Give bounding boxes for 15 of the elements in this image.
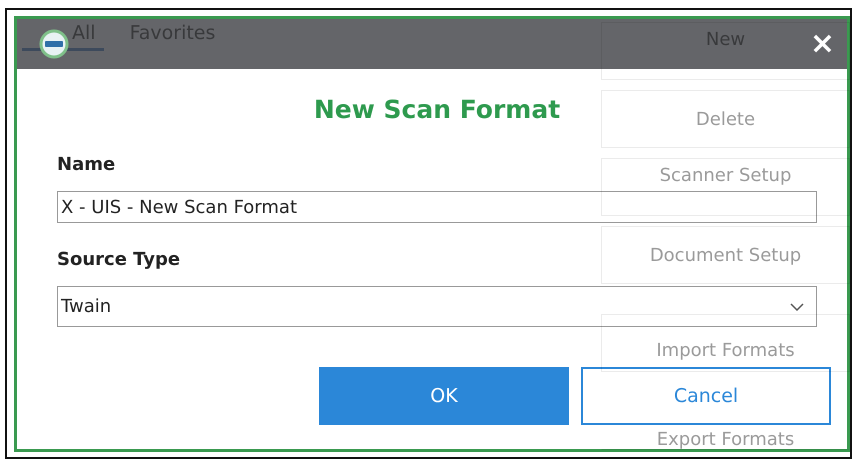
ok-button[interactable]: OK	[319, 367, 569, 425]
field-label: Source Type	[57, 249, 180, 270]
source-type-dropdown[interactable]: Twain	[57, 286, 817, 327]
close-button[interactable]: ×	[806, 29, 839, 59]
background-button[interactable]: Scanner Setup	[601, 158, 850, 216]
background-button[interactable]: Import Formats	[601, 314, 850, 372]
field-label: Name	[57, 154, 116, 175]
name-input-field[interactable]: X - UIS - New Scan Format	[57, 191, 817, 223]
cancel-button[interactable]: Cancel	[581, 367, 831, 425]
dialog-title: New Scan Format	[314, 95, 560, 124]
background-button[interactable]: Export Formats	[601, 428, 850, 450]
chevron-down-icon	[790, 302, 804, 310]
background-button[interactable]: Delete	[601, 90, 850, 148]
logo-icon	[39, 29, 69, 59]
background-button[interactable]: Document Setup	[601, 226, 850, 284]
